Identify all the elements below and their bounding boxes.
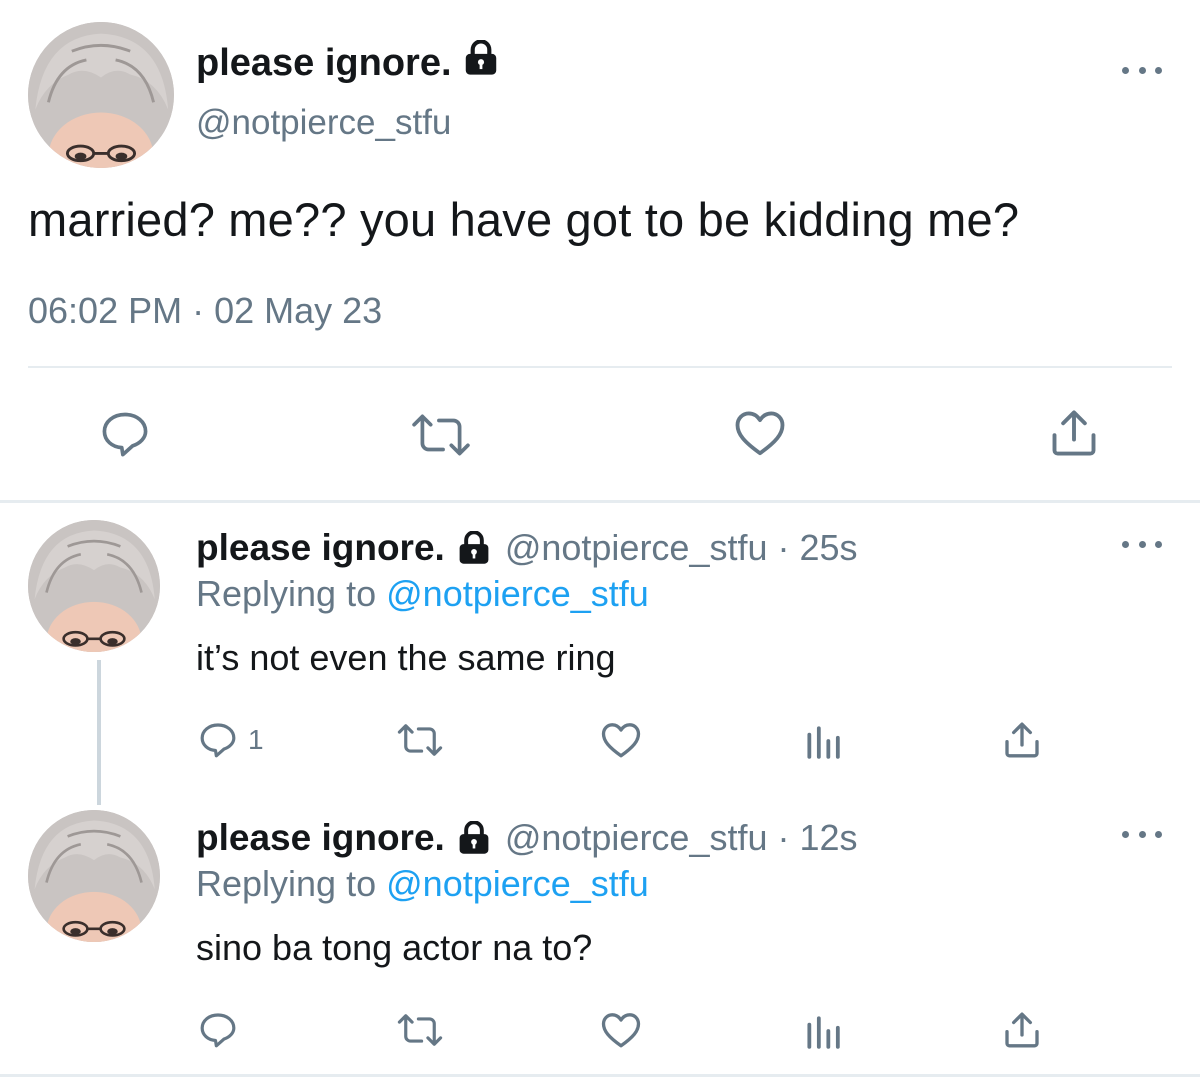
analytics-icon	[807, 1016, 840, 1049]
thread-line	[97, 660, 101, 805]
heart-icon	[735, 411, 785, 456]
reply-header[interactable]: please ignore. @notpierce_stfu · 25s	[196, 527, 858, 569]
reply-button[interactable]	[98, 408, 152, 460]
retweet-button[interactable]	[410, 410, 472, 460]
retweet-icon	[397, 1014, 443, 1046]
lock-icon	[457, 531, 491, 565]
more-icon[interactable]	[1122, 534, 1162, 554]
display-name-text: please ignore.	[196, 41, 452, 84]
share-icon	[1005, 1012, 1039, 1048]
analytics-button[interactable]	[803, 1012, 841, 1050]
lock-icon	[464, 39, 498, 86]
share-icon	[1005, 722, 1039, 758]
like-button[interactable]	[733, 408, 787, 458]
share-icon	[1052, 410, 1096, 456]
avatar[interactable]	[28, 520, 160, 652]
avatar-image	[28, 520, 160, 652]
reply-icon	[200, 1013, 236, 1048]
like-button[interactable]	[600, 720, 642, 760]
handle-time: @notpierce_stfu · 25s	[504, 527, 858, 568]
reply-text: sino ba tong actor na to?	[196, 927, 593, 968]
avatar-image	[28, 810, 160, 942]
display-name[interactable]: please ignore.	[196, 817, 445, 859]
reply-icon	[102, 412, 148, 457]
reply-header[interactable]: please ignore. @notpierce_stfu · 12s	[196, 817, 858, 859]
lock-icon	[457, 821, 491, 855]
divider	[0, 500, 1200, 503]
display-name[interactable]: please ignore.	[196, 527, 445, 569]
like-button[interactable]	[600, 1010, 642, 1050]
share-button[interactable]	[1048, 406, 1100, 460]
analytics-icon	[807, 726, 840, 759]
handle-time: @notpierce_stfu · 12s	[504, 817, 858, 858]
retweet-button[interactable]	[396, 1011, 444, 1049]
replying-prefix: Replying to	[196, 863, 377, 904]
mention-link[interactable]: @notpierce_stfu	[386, 863, 649, 904]
tweet-detail-screen: please ignore. @notpierce_stfu married? …	[0, 0, 1200, 1077]
avatar[interactable]	[28, 810, 160, 942]
divider	[28, 366, 1172, 368]
tweet-text: married? me?? you have got to be kidding…	[28, 193, 1020, 246]
retweet-icon	[412, 414, 470, 456]
retweet-button[interactable]	[396, 721, 444, 759]
retweet-icon	[397, 724, 443, 756]
reply-icon	[200, 723, 236, 758]
heart-icon	[601, 723, 641, 758]
avatar-image	[28, 22, 174, 168]
replying-to: Replying to @notpierce_stfu	[196, 573, 649, 615]
more-icon[interactable]	[1122, 60, 1162, 80]
replying-prefix: Replying to	[196, 573, 377, 614]
avatar[interactable]	[28, 22, 174, 168]
heart-icon	[601, 1013, 641, 1048]
tweet-timestamp[interactable]: 06:02 PM · 02 May 23	[28, 290, 382, 332]
share-button[interactable]	[1002, 1009, 1042, 1051]
analytics-button[interactable]	[803, 722, 841, 760]
reply-button[interactable]	[198, 1010, 238, 1050]
reply-count: 1	[248, 724, 264, 755]
more-icon[interactable]	[1122, 824, 1162, 844]
replying-to: Replying to @notpierce_stfu	[196, 863, 649, 905]
mention-link[interactable]: @notpierce_stfu	[386, 573, 649, 614]
share-button[interactable]	[1002, 719, 1042, 761]
handle[interactable]: @notpierce_stfu	[196, 103, 451, 143]
reply-button[interactable]: 1	[198, 720, 264, 760]
display-name[interactable]: please ignore.	[196, 39, 498, 86]
reply-text: it’s not even the same ring	[196, 637, 616, 678]
